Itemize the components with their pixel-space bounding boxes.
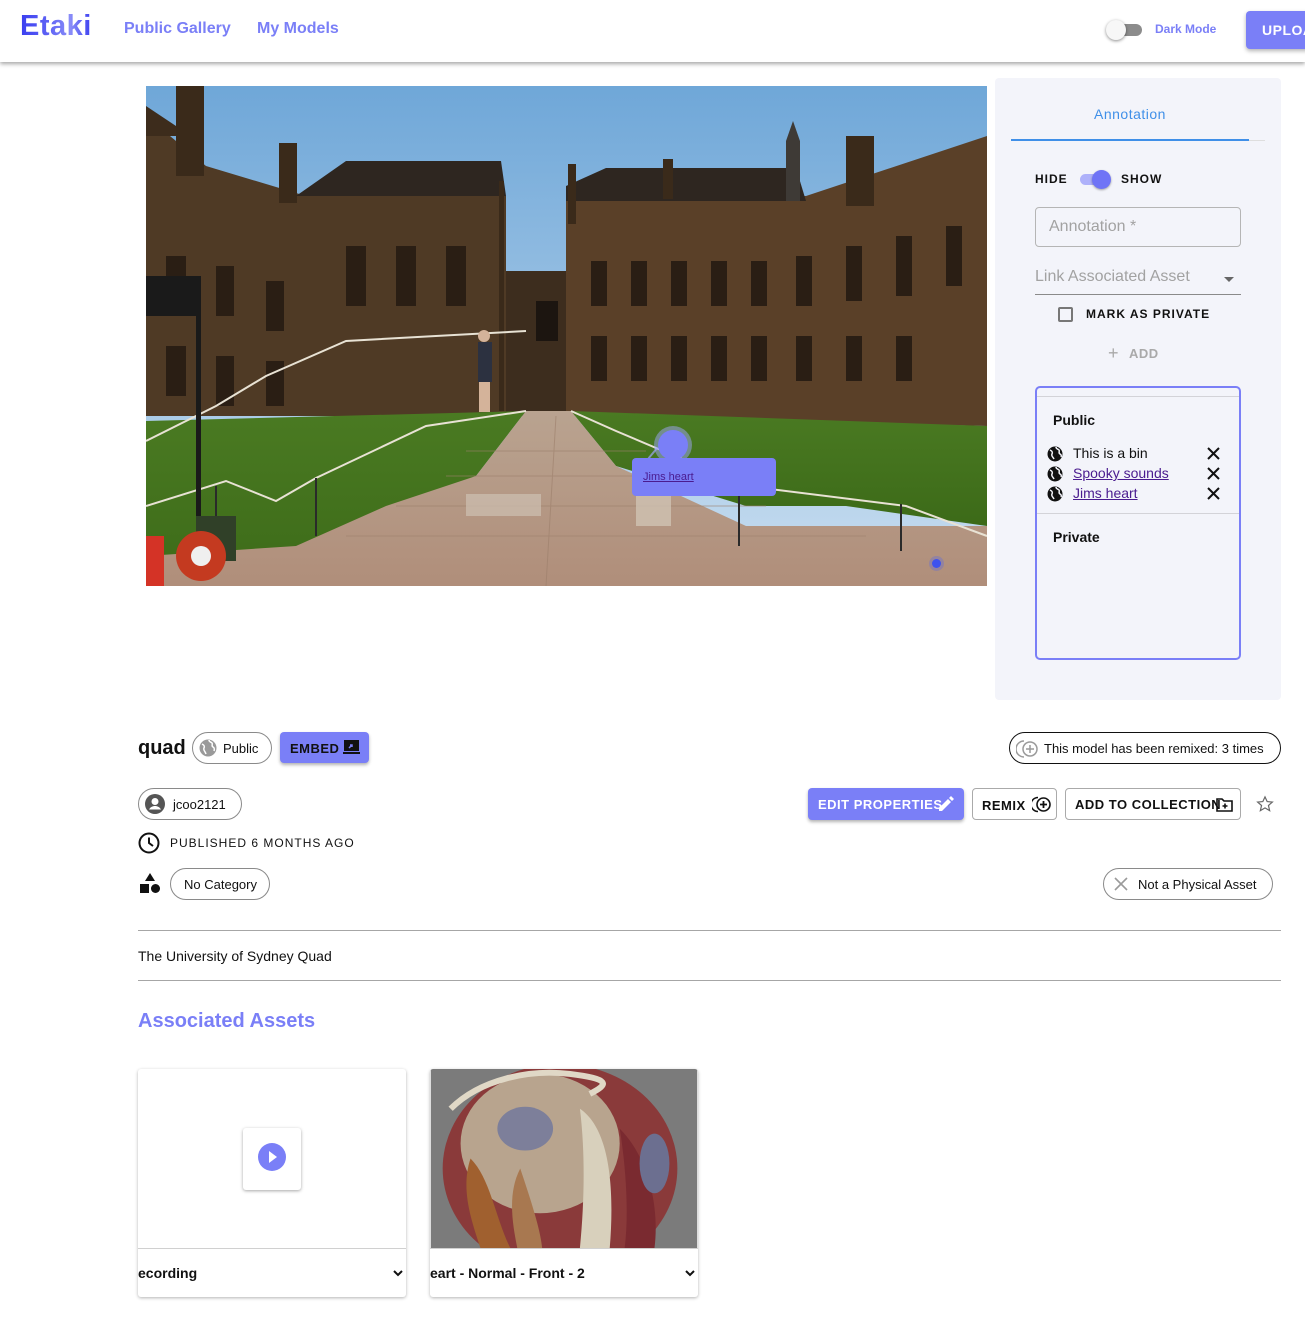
annotation-item: This is a bin	[1047, 444, 1227, 464]
clock-icon	[138, 832, 160, 854]
upload-button[interactable]: UPLOAD	[1246, 11, 1305, 49]
globe-icon	[199, 739, 217, 757]
app-bar: Etaki Public Gallery My Models Dark Mode…	[0, 0, 1305, 62]
physical-asset-label: Not a Physical Asset	[1138, 877, 1257, 892]
asset-title: ecording	[138, 1265, 198, 1281]
dark-mode-label: Dark Mode	[1155, 22, 1217, 36]
private-heading: Private	[1053, 529, 1100, 545]
remix-icon	[1032, 796, 1051, 813]
logo[interactable]: Etaki	[20, 10, 92, 43]
embed-label: EMBED	[290, 741, 340, 756]
category-chip[interactable]: No Category	[170, 868, 270, 900]
tab-divider	[1249, 140, 1265, 141]
visibility-chip: Public	[192, 732, 272, 764]
remix-label: REMIX	[982, 798, 1026, 813]
annotation-link[interactable]: Jims heart	[1073, 485, 1138, 501]
close-icon	[1114, 877, 1128, 891]
panorama-scene	[146, 86, 987, 586]
embed-button[interactable]: EMBED	[280, 732, 369, 763]
share-screen-icon	[343, 740, 360, 754]
dark-mode-thumb	[1106, 20, 1126, 40]
play-button[interactable]	[243, 1128, 301, 1190]
globe-icon	[1047, 466, 1063, 482]
annotation-list: Public This is a bin Spooky sounds Jims …	[1035, 386, 1241, 660]
toggle-thumb	[1092, 170, 1111, 189]
hide-label: HIDE	[1035, 172, 1068, 186]
model-description: The University of Sydney Quad	[138, 948, 332, 964]
play-icon	[258, 1143, 286, 1171]
nav-public-gallery[interactable]: Public Gallery	[124, 20, 231, 38]
annotation-item: Jims heart	[1047, 484, 1227, 504]
remix-button[interactable]: REMIX	[972, 788, 1057, 820]
owner-name: jcoo2121	[173, 797, 226, 812]
model-viewer[interactable]: Jims heart FULL SCREEN	[146, 86, 987, 586]
list-divider	[1037, 513, 1239, 514]
plus-icon: +	[1108, 343, 1120, 363]
visibility-label: Public	[223, 741, 259, 756]
tab-annotation[interactable]: Annotation	[1011, 106, 1249, 142]
link-asset-placeholder: Link Associated Asset	[1035, 268, 1190, 285]
mark-private-label: MARK AS PRIVATE	[1086, 307, 1211, 321]
annotation-panel: Annotation HIDE SHOW Link Associated Ass…	[995, 78, 1281, 700]
add-to-collection-label: ADD TO COLLECTION	[1075, 797, 1222, 812]
owner-chip[interactable]: jcoo2121	[138, 788, 242, 820]
show-label: SHOW	[1121, 172, 1163, 186]
list-divider	[1037, 396, 1239, 397]
asset-media-audio	[138, 1069, 406, 1249]
annotation-popup-link[interactable]: Jims heart	[643, 471, 694, 483]
annotation-item: Spooky sounds	[1047, 464, 1227, 484]
published-text: PUBLISHED 6 MONTHS AGO	[170, 836, 355, 850]
add-to-collection-button[interactable]: ADD TO COLLECTION	[1065, 788, 1241, 820]
delete-annotation-icon[interactable]	[1207, 447, 1220, 460]
show-annotations-toggle[interactable]	[1080, 170, 1112, 189]
category-label: No Category	[184, 877, 257, 892]
delete-annotation-icon[interactable]	[1207, 487, 1220, 500]
divider	[138, 930, 1281, 931]
physical-asset-chip: Not a Physical Asset	[1103, 868, 1273, 900]
globe-icon	[1047, 486, 1063, 502]
remix-icon	[1016, 740, 1038, 758]
remix-count-text: This model has been remixed: 3 times	[1044, 741, 1264, 756]
annotation-popup: Jims heart	[632, 458, 776, 496]
dark-mode-toggle[interactable]	[1106, 20, 1144, 40]
edit-properties-button[interactable]: EDIT PROPERTIES	[808, 788, 964, 820]
pencil-icon	[939, 796, 954, 811]
asset-thumbnail-heart	[430, 1069, 698, 1249]
favorite-star-icon[interactable]	[1256, 795, 1274, 813]
annotation-input[interactable]	[1035, 207, 1241, 247]
category-shapes-icon	[140, 873, 160, 893]
asset-card[interactable]: ecording	[138, 1069, 406, 1297]
annotation-link[interactable]: Spooky sounds	[1073, 465, 1169, 481]
tab-indicator	[1011, 139, 1249, 141]
public-heading: Public	[1053, 412, 1096, 428]
divider	[138, 980, 1281, 981]
link-asset-select[interactable]: Link Associated Asset	[1035, 268, 1241, 295]
associated-assets-heading: Associated Assets	[138, 1010, 316, 1032]
chevron-down-icon[interactable]	[392, 1267, 404, 1279]
account-icon	[145, 794, 165, 814]
add-annotation-button[interactable]: + ADD	[1108, 342, 1159, 363]
model-title: quad	[138, 737, 186, 759]
delete-annotation-icon[interactable]	[1207, 467, 1220, 480]
dropdown-caret-icon	[1224, 277, 1234, 282]
mark-private-checkbox[interactable]	[1058, 307, 1073, 322]
annotation-hotspot-small[interactable]	[932, 559, 941, 568]
nav-my-models[interactable]: My Models	[257, 20, 339, 38]
globe-icon	[1047, 446, 1063, 462]
remix-count-chip: This model has been remixed: 3 times	[1009, 732, 1281, 764]
edit-properties-label: EDIT PROPERTIES	[818, 797, 943, 812]
add-label: ADD	[1129, 346, 1159, 361]
chevron-down-icon[interactable]	[684, 1267, 696, 1279]
annotation-text: This is a bin	[1073, 445, 1148, 461]
folder-plus-icon	[1216, 798, 1233, 812]
asset-card[interactable]: eart - Normal - Front - 2	[430, 1069, 698, 1297]
annotation-hotspot[interactable]	[658, 430, 688, 460]
asset-title: eart - Normal - Front - 2	[430, 1265, 585, 1281]
